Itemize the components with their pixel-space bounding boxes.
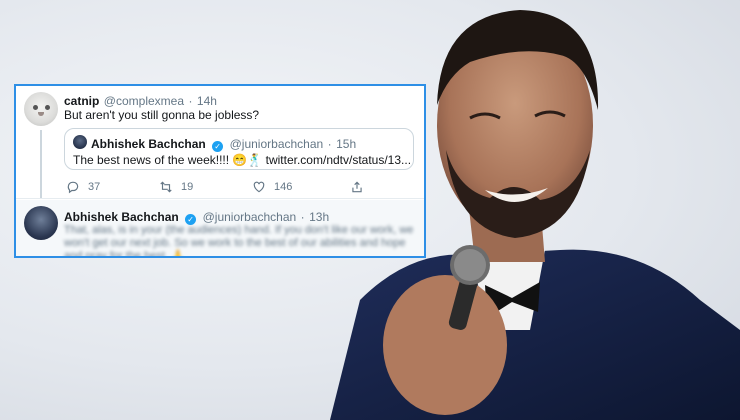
quoted-author-name: Abhishek Bachchan <box>91 137 206 151</box>
cat-avatar-icon[interactable] <box>24 92 58 126</box>
reply-count: 37 <box>88 181 101 193</box>
share-button[interactable] <box>350 180 364 194</box>
quoted-author-handle: @juniorbachchan <box>229 137 324 151</box>
tweet-author-handle[interactable]: @complexmea <box>104 94 184 108</box>
tweet-thread-card: catnip @complexmea · 14h But aren't you … <box>14 84 426 258</box>
like-count: 146 <box>274 181 293 193</box>
reply-icon <box>67 181 79 194</box>
tweet-time[interactable]: 14h <box>197 94 217 108</box>
verified-badge-icon: ✓ <box>212 141 224 152</box>
tweet-catnip[interactable]: catnip @complexmea · 14h But aren't you … <box>16 86 424 198</box>
abhishek-avatar-icon[interactable] <box>24 206 58 240</box>
hands-shape <box>383 275 507 415</box>
reply-button[interactable]: 37 <box>66 180 100 194</box>
quoted-tweet[interactable]: Abhishek Bachchan ✓ @juniorbachchan · 15… <box>64 128 414 170</box>
tweet-text: But aren't you still gonna be jobless? <box>64 108 260 122</box>
tweet-actions: 37 19 146 <box>64 180 384 196</box>
heart-icon <box>253 181 265 193</box>
retweet-icon <box>160 181 172 193</box>
like-button[interactable]: 146 <box>252 180 292 194</box>
tweet-reply-abhishek[interactable]: Abhishek Bachchan ✓ @juniorbachchan · 13… <box>16 200 424 258</box>
quoted-sep: · <box>327 137 332 151</box>
reply-sep: · <box>300 210 305 224</box>
thread-line <box>40 130 42 198</box>
retweet-count: 19 <box>181 181 194 193</box>
quoted-text: The best news of the week!!!! 😁🕺 twitter… <box>73 153 412 167</box>
tweet-author-name[interactable]: catnip <box>64 94 99 108</box>
quoted-time: 15h <box>336 137 357 151</box>
tweet-sep: · <box>188 94 193 108</box>
reply-author-handle[interactable]: @juniorbachchan <box>203 210 297 224</box>
reply-time[interactable]: 13h <box>309 210 329 224</box>
tweet-divider <box>16 198 424 199</box>
retweet-button[interactable]: 19 <box>159 180 193 194</box>
reply-author-name[interactable]: Abhishek Bachchan <box>64 210 179 224</box>
reply-text-blurred: That, alas, is in your (the audiences) h… <box>64 224 414 258</box>
quoted-avatar-icon <box>73 135 87 149</box>
share-icon <box>352 181 362 193</box>
quoted-header: Abhishek Bachchan ✓ @juniorbachchan · 15… <box>91 135 356 153</box>
